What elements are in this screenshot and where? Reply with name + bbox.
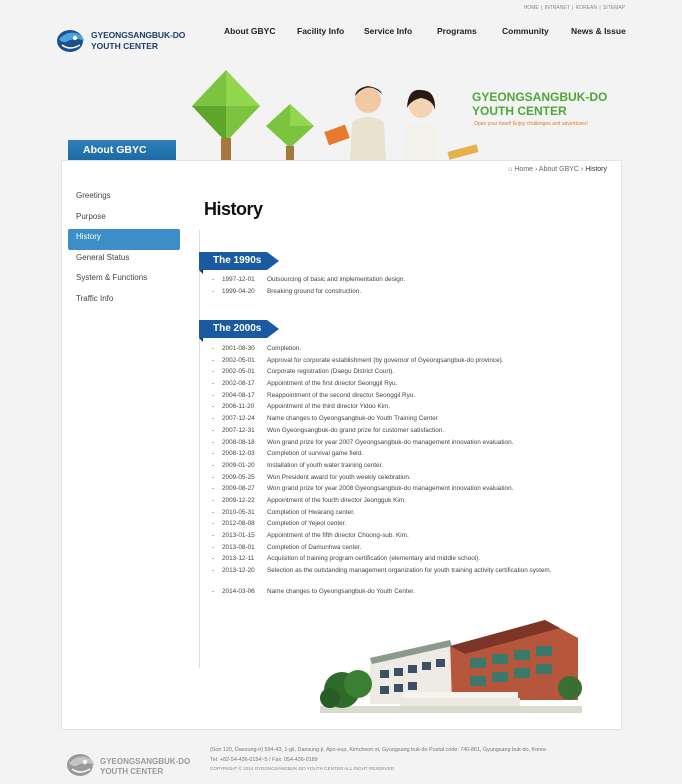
side-nav-traffic-info[interactable]: Traffic Info xyxy=(68,291,180,312)
breadcrumb-level1[interactable]: About GBYC xyxy=(539,166,579,173)
list-item: -2013-12-20 Selection as the outstanding … xyxy=(212,567,552,575)
site-logo[interactable]: GYEONGSANGBUK-DO YOUTH CENTER xyxy=(56,27,186,53)
logo-line2: YOUTH CENTER xyxy=(91,41,159,51)
section-heading-2000s: The 2000s xyxy=(199,320,279,342)
gnb-about[interactable]: About GBYC xyxy=(224,26,275,36)
timeline-divider xyxy=(199,230,200,668)
list-item: -2007-12-24 Name changes to Gyeongsangbuk… xyxy=(212,415,438,423)
footer-logo-line2: YOUTH CENTER xyxy=(100,767,164,776)
hero-title-line1: GYEONGSANGBUK-DO xyxy=(472,90,608,104)
list-item: -2009-12-22 Appointment of the fourth dir… xyxy=(212,496,406,504)
footer-address: (Son 120, Daesung-ri) 594-43, 1-gil, Dae… xyxy=(210,747,546,753)
history-list-1990s: -1997-12-01 Outsourcing of basic and impl… xyxy=(212,276,582,299)
list-item: -2002-05-01 Approval for corporate establ… xyxy=(212,356,504,364)
page-title: History xyxy=(204,199,263,219)
gnb-programs[interactable]: Programs xyxy=(437,26,477,36)
utility-link-sitemap[interactable]: SITEMAP xyxy=(603,5,625,11)
logo-line1: GYEONGSANGBUK-DO xyxy=(91,30,186,40)
list-item: -2008-08-18 Won grand prize for year 2007… xyxy=(212,438,514,446)
list-item: -2012-08-08 Completion of Yejeol center. xyxy=(212,520,347,528)
side-nav-system-functions[interactable]: System & Functions xyxy=(68,270,180,291)
list-item: -2007-12-31 Won Gyeongsangbuk-do grand pr… xyxy=(212,426,445,434)
utility-links: HOME | INTRANET | KOREAN | SITEMAP xyxy=(523,5,625,11)
section-tab: About GBYC xyxy=(68,140,176,160)
side-nav-general-status[interactable]: General Status xyxy=(68,250,180,271)
list-item: -2002-05-01 Corporate registration (Daegu… xyxy=(212,368,395,376)
footer-phone: Tel: +82-54-436-0154~5 / Fax: 054-436-01… xyxy=(210,757,318,763)
list-item: -1999-04-20 Breaking ground for construct… xyxy=(212,287,362,295)
utility-link-home[interactable]: HOME xyxy=(524,5,539,11)
hero-title-line2: YOUTH CENTER xyxy=(472,104,567,118)
footer-contact: (Son 120, Daesung-ri) 594-43, 1-gil, Dae… xyxy=(210,745,620,765)
list-item: -2014-03-06 Name changes to Gyeongsangbuk… xyxy=(212,588,415,596)
section-heading-1990s: The 1990s xyxy=(199,252,279,274)
logo-emblem-icon xyxy=(57,30,84,52)
breadcrumb: ⌂ Home › About GBYC › History xyxy=(508,166,607,173)
list-item: -2002-08-17 Appointment of the first dire… xyxy=(212,380,398,388)
side-nav: Greetings Purpose History General Status… xyxy=(68,188,180,311)
list-item: -1997-12-01 Outsourcing of basic and impl… xyxy=(212,276,406,283)
list-item: -2006-11-20 Appointment of the third dire… xyxy=(212,403,391,411)
utility-link-korean[interactable]: KOREAN xyxy=(576,5,597,11)
footer-logo: GYEONGSANGBUK-DO YOUTH CENTER xyxy=(66,750,190,778)
side-nav-history[interactable]: History xyxy=(68,229,180,250)
list-item: -2013-08-01 Completion of Damunhwa center… xyxy=(212,543,362,551)
breadcrumb-current: History xyxy=(585,166,607,173)
building-image xyxy=(320,620,582,713)
list-item: -2013-12-11 Acquisition of training progr… xyxy=(212,555,481,563)
list-item: -2001-08-30 Completion. xyxy=(212,345,302,352)
side-nav-greetings[interactable]: Greetings xyxy=(68,188,180,209)
gnb-service-info[interactable]: Service Info xyxy=(364,26,412,36)
list-item: -2010-05-31 Completion of Hwarang center. xyxy=(212,508,355,516)
side-nav-purpose[interactable]: Purpose xyxy=(68,209,180,230)
list-item: -2009-01-20 Installation of youth water t… xyxy=(212,461,384,469)
list-item: -2009-05-25 Won President award for youth… xyxy=(212,473,411,481)
utility-link-intranet[interactable]: INTRANET xyxy=(545,5,570,11)
footer-logo-line1: GYEONGSANGBUK-DO xyxy=(100,757,191,766)
footer-logo-emblem-icon xyxy=(67,754,94,776)
history-list-2000s: -2001-08-30 Completion. -2002-05-01 Approv… xyxy=(212,345,582,600)
home-icon: ⌂ xyxy=(508,166,513,173)
breadcrumb-home[interactable]: Home xyxy=(514,166,533,173)
list-item: -2009-08-27 Won grand prize for year 2008… xyxy=(212,485,514,493)
gnb-facility-info[interactable]: Facility Info xyxy=(297,26,344,36)
gnb-news-issue[interactable]: News & Issue xyxy=(571,26,626,36)
footer-copyright: COPYRIGHT © 2014 GYEONGSANGBUK-DO YOUTH … xyxy=(210,766,395,771)
gnb-community[interactable]: Community xyxy=(502,26,549,36)
global-nav: About GBYC Facility Info Service Info Pr… xyxy=(210,26,630,40)
list-item: -2013-01-15 Appointment of the fifth dire… xyxy=(212,532,409,539)
hero-illustration xyxy=(192,70,479,160)
list-item: -2008-12-03 Completion of survival game f… xyxy=(212,450,363,458)
list-item: -2004-08-17 Reappointment of the second d… xyxy=(212,391,416,399)
hero-slogan: Open your heart! Enjoy challenges and ad… xyxy=(474,121,588,127)
